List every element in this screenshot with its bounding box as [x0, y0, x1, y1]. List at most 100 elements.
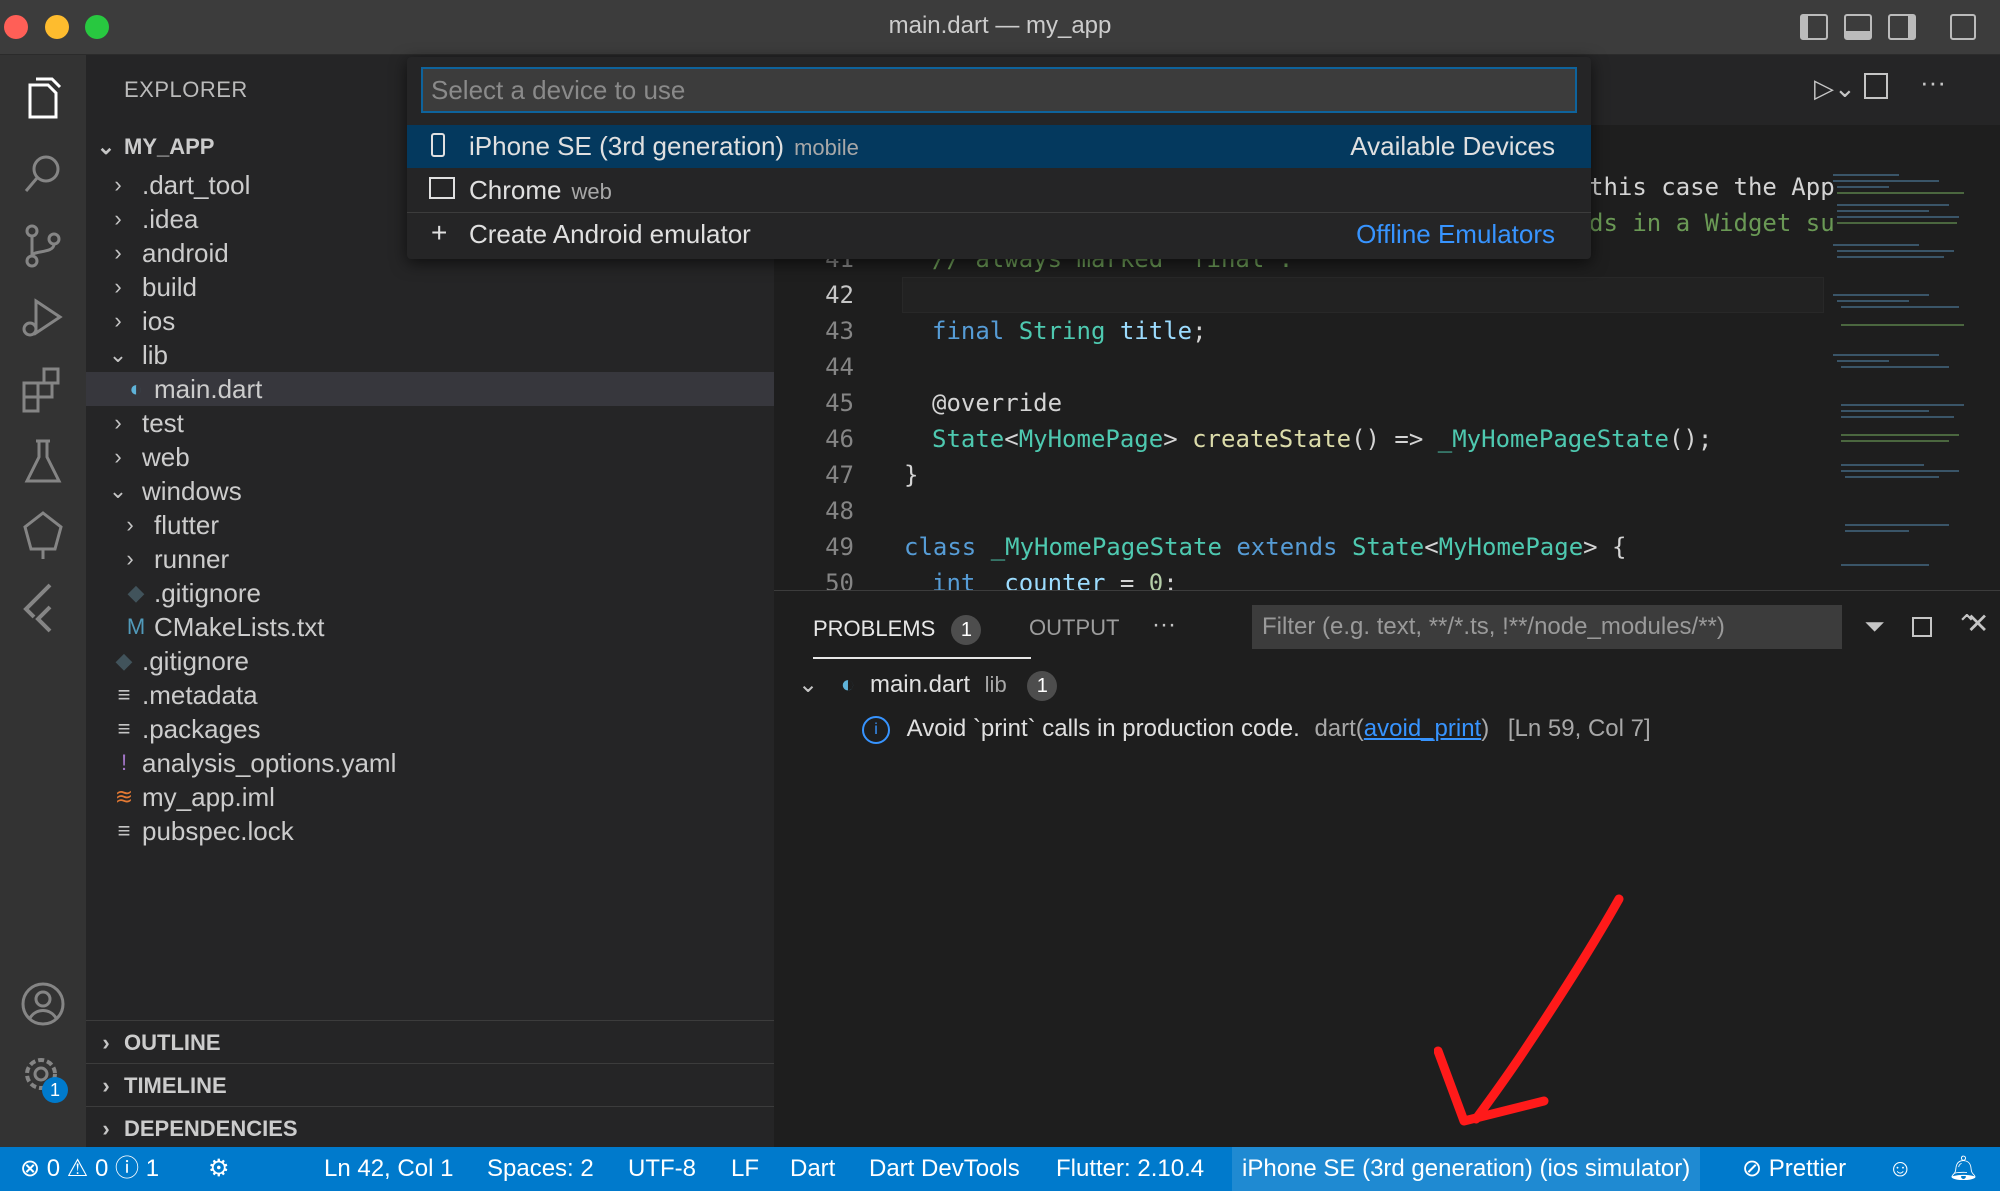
tree-file[interactable]: ≋ my_app.iml — [86, 780, 774, 814]
tree-folder[interactable]: › ios — [86, 304, 774, 338]
tree-file[interactable]: ≡ .packages — [86, 712, 774, 746]
toggle-sidebar-icon[interactable] — [1800, 14, 1828, 40]
info-icon: i — [862, 715, 890, 744]
line-number: 48 — [825, 497, 854, 525]
cmake-file-icon: M — [126, 614, 146, 639]
device-option-iphone[interactable]: iPhone SE (3rd generation) mobile Availab… — [407, 125, 1591, 168]
tree-item-label: lib — [142, 340, 169, 370]
extensions-icon[interactable] — [14, 361, 72, 419]
create-android-emulator-option[interactable]: + Create Android emulator Offline Emulat… — [407, 212, 1591, 256]
tab-problems[interactable]: PROBLEMS 1 — [813, 615, 1032, 659]
tab-output[interactable]: OUTPUT — [1029, 615, 1119, 641]
red-arrow-annotation — [1434, 894, 1624, 1126]
code-line-50: int _counter = 0; — [932, 569, 1178, 590]
chevron-right-icon: › — [102, 1030, 110, 1055]
chevron-right-icon: › — [114, 172, 122, 197]
tree-folder[interactable]: › build — [86, 270, 774, 304]
tree-file[interactable]: ◆ .gitignore — [86, 576, 774, 610]
flutter-device[interactable]: iPhone SE (3rd generation) (ios simulato… — [1232, 1147, 1701, 1191]
dart-devtools[interactable]: Dart DevTools — [869, 1147, 1020, 1191]
file-problem-count: 1 — [1027, 671, 1058, 701]
tree-folder[interactable]: › web — [86, 440, 774, 474]
tree-item-label: .packages — [142, 714, 261, 744]
source-control-icon[interactable] — [14, 217, 72, 275]
cursor-position[interactable]: Ln 42, Col 1 — [324, 1147, 453, 1191]
run-debug-icon[interactable] — [14, 289, 72, 347]
collapse-all-icon[interactable] — [1912, 617, 1932, 637]
problems-status[interactable]: ⊗ 0 ⚠ 0 ⓘ 1 — [20, 1147, 159, 1191]
chevron-right-icon: › — [126, 512, 134, 537]
tree-item-label: analysis_options.yaml — [142, 748, 397, 778]
git-file-icon: ◆ — [127, 580, 145, 605]
minimap[interactable] — [1829, 165, 1969, 585]
remote-explorer-icon[interactable] — [14, 505, 72, 563]
tree-file[interactable]: ◐ main.dart — [86, 372, 774, 406]
chevron-down-icon: ⌄ — [108, 342, 128, 367]
run-debug-dropdown-icon[interactable]: ▷⌄ — [1814, 73, 1856, 104]
more-actions-icon[interactable]: ··· — [1920, 67, 1946, 98]
tree-folder[interactable]: › flutter — [86, 508, 774, 542]
rule-link[interactable]: avoid_print — [1364, 715, 1481, 742]
tree-file[interactable]: ! analysis_options.yaml — [86, 746, 774, 780]
filter-icon[interactable]: ⏷ — [1864, 611, 1885, 643]
current-line-highlight — [902, 277, 1824, 313]
split-editor-icon[interactable] — [1864, 73, 1888, 99]
tree-folder[interactable]: › test — [86, 406, 774, 440]
indentation[interactable]: Spaces: 2 — [487, 1147, 594, 1191]
line-number: 45 — [825, 389, 854, 417]
dart-file-icon: ◐ — [129, 376, 143, 401]
flutter-icon[interactable] — [14, 577, 72, 635]
search-icon[interactable] — [14, 145, 72, 203]
encoding[interactable]: UTF-8 — [628, 1147, 696, 1191]
problem-row[interactable]: i Avoid `print` calls in production code… — [862, 709, 1651, 749]
status-bar: ⊗ 0 ⚠ 0 ⓘ 1 ⚙ Ln 42, Col 1 Spaces: 2 UTF… — [0, 1147, 2000, 1191]
tree-item-label: android — [142, 238, 229, 268]
tree-file[interactable]: ≡ pubspec.lock — [86, 814, 774, 848]
testing-icon[interactable] — [14, 433, 72, 491]
code-line-47: } — [904, 461, 919, 489]
tree-folder[interactable]: ⌄ windows — [86, 474, 774, 508]
problems-count-badge: 1 — [951, 615, 982, 645]
text-file-icon: ≡ — [117, 682, 131, 707]
problems-filter-input[interactable]: Filter (e.g. text, **/*.ts, !**/node_mod… — [1252, 605, 1842, 649]
language-mode[interactable]: Dart — [790, 1147, 835, 1191]
tree-item-label: pubspec.lock — [142, 816, 294, 846]
debug-icon[interactable]: ⚙ — [208, 1147, 230, 1191]
git-file-icon: ◆ — [115, 648, 133, 673]
mobile-device-icon — [431, 133, 445, 157]
tree-file[interactable]: ≡ .metadata — [86, 678, 774, 712]
more-tabs-icon[interactable]: ··· — [1152, 611, 1176, 639]
prettier-status[interactable]: ⊘ Prettier — [1742, 1147, 1846, 1191]
code-line-49: class _MyHomePageState extends State<MyH… — [904, 533, 1627, 561]
tree-item-label: CMakeLists.txt — [154, 612, 325, 642]
outline-section[interactable]: › OUTLINE — [86, 1020, 774, 1064]
tree-folder[interactable]: ⌄ lib — [86, 338, 774, 372]
tree-file[interactable]: M CMakeLists.txt — [86, 610, 774, 644]
accounts-icon[interactable] — [14, 975, 72, 1033]
chevron-down-icon: ⌄ — [96, 134, 116, 159]
tree-item-label: test — [142, 408, 184, 438]
close-panel-icon[interactable]: ✕ — [1966, 607, 1989, 640]
end-of-line[interactable]: LF — [731, 1147, 759, 1191]
tree-folder[interactable]: › runner — [86, 542, 774, 576]
line-number: 46 — [825, 425, 854, 453]
notifications-bell-icon[interactable]: 🔔︎ — [1948, 1147, 1978, 1191]
tree-file[interactable]: ◆ .gitignore — [86, 644, 774, 678]
tree-item-label: build — [142, 272, 197, 302]
feedback-icon[interactable]: ☺ — [1888, 1147, 1913, 1191]
problem-file-row[interactable]: ⌄ ◐ main.dart lib 1 — [798, 665, 1058, 705]
toggle-panel-icon[interactable] — [1844, 14, 1872, 40]
toggle-secondary-sidebar-icon[interactable] — [1888, 14, 1916, 40]
dependencies-section[interactable]: › DEPENDENCIES — [86, 1106, 774, 1150]
customize-layout-icon[interactable] — [1950, 14, 1976, 40]
tree-item-label: my_app.iml — [142, 782, 275, 812]
device-search-input[interactable]: Select a device to use — [421, 67, 1577, 113]
flutter-version[interactable]: Flutter: 2.10.4 — [1056, 1147, 1204, 1191]
window-title: main.dart — my_app — [888, 12, 1112, 39]
device-option-chrome[interactable]: Chrome web — [407, 169, 1591, 212]
manage-gear-icon[interactable]: 1 — [14, 1047, 72, 1105]
bottom-panel: PROBLEMS 1 OUTPUT ··· Filter (e.g. text,… — [774, 590, 2000, 1148]
timeline-section[interactable]: › TIMELINE — [86, 1063, 774, 1107]
explorer-icon[interactable] — [14, 73, 72, 131]
tree-item-label: runner — [154, 544, 230, 574]
